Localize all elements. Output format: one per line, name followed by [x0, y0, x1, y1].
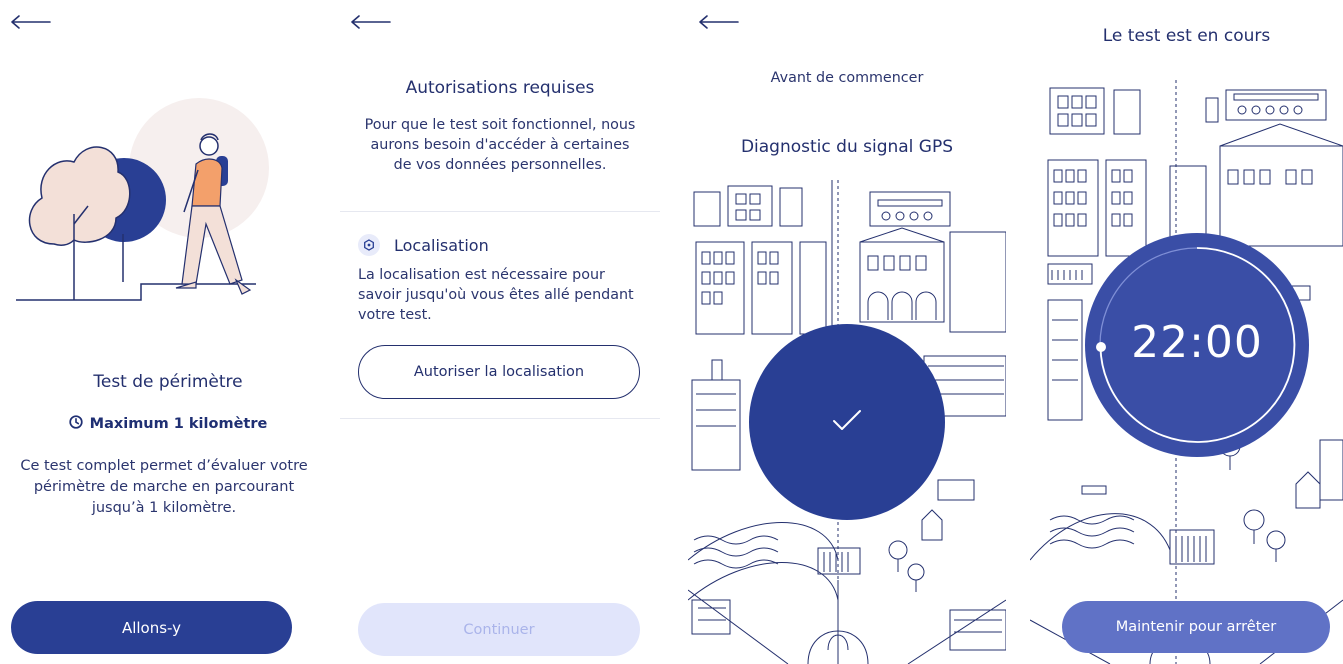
timer-value: 22:00 [1131, 317, 1263, 368]
clock-icon [69, 415, 83, 433]
permissions-screen: Autorisations requises Pour que le test … [340, 0, 660, 664]
test-description: Ce test complet permet d’évaluer votre p… [20, 458, 308, 516]
pre-title: Avant de commencer [770, 70, 924, 86]
test-title: Test de périmètre [93, 372, 243, 392]
permissions-title: Autorisations requises [405, 78, 595, 98]
countdown-timer: 22:00 [1085, 233, 1309, 457]
max-distance: Maximum 1 kilomètre [0, 415, 336, 433]
permission-location: Localisation [358, 234, 489, 256]
max-distance-label: Maximum 1 kilomètre [89, 416, 268, 432]
walking-person-illustration [16, 94, 276, 310]
permission-description: La localisation est nécessaire pour savo… [358, 267, 634, 323]
continue-button[interactable]: Continuer [358, 603, 640, 656]
permissions-description: Pour que le test soit fonctionnel, nous … [364, 117, 636, 173]
arrow-left-icon[interactable] [10, 12, 54, 32]
authorize-location-button[interactable]: Autoriser la localisation [358, 345, 640, 399]
test-running-screen: Le test est en cours 22:00 Maintenir pou… [1030, 0, 1343, 664]
gps-title: Diagnostic du signal GPS [740, 137, 954, 157]
divider [340, 418, 660, 419]
checkmark-icon [832, 408, 862, 436]
permission-title: Localisation [394, 235, 489, 255]
gps-status-circle [749, 324, 945, 520]
divider [340, 211, 660, 212]
running-title: Le test est en cours [1102, 26, 1271, 46]
arrow-left-icon[interactable] [698, 12, 742, 32]
intro-screen: Test de périmètre Maximum 1 kilomètre Ce… [0, 0, 336, 664]
gps-diagnostic-screen: Avant de commencer Diagnostic du signal … [688, 0, 1006, 664]
location-icon [358, 234, 380, 256]
arrow-left-icon[interactable] [350, 12, 394, 32]
hold-to-stop-button[interactable]: Maintenir pour arrêter [1062, 601, 1330, 653]
start-button[interactable]: Allons-y [11, 601, 292, 654]
